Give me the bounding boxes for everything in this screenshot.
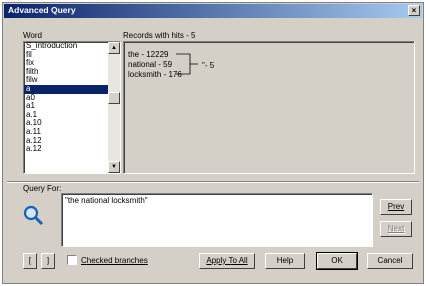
magnifier-icon — [23, 205, 44, 226]
checked-branches-checkbox[interactable] — [67, 255, 77, 265]
word-list-item[interactable]: filth — [24, 67, 120, 77]
word-label: Word — [23, 31, 42, 40]
word-list-item[interactable]: a1 — [24, 102, 120, 111]
word-list-item[interactable]: a — [24, 84, 109, 94]
word-list-item[interactable]: fil — [24, 50, 120, 60]
query-label: Query For: — [23, 184, 62, 193]
word-list-scrollbar[interactable]: ▲ ▼ — [108, 42, 120, 173]
scroll-thumb[interactable] — [108, 92, 120, 104]
record-line: national - 59 — [128, 60, 173, 69]
records-label: Records with hits - 5 — [123, 31, 196, 40]
scroll-up-button[interactable]: ▲ — [108, 42, 120, 54]
word-list-item[interactable]: a0 — [24, 93, 120, 103]
record-line: locksmith - 176 — [128, 70, 182, 79]
query-text[interactable]: "the national locksmith" — [65, 196, 148, 205]
word-list-item[interactable]: filw — [24, 76, 120, 85]
close-button[interactable]: × — [408, 5, 420, 16]
window-title: Advanced Query — [8, 5, 76, 15]
cancel-button[interactable]: Cancel — [367, 253, 413, 269]
help-button[interactable]: Help — [265, 253, 305, 269]
record-line: the - 12229 — [128, 50, 169, 59]
records-panel: the - 12229 national - 59 locksmith - 17… — [123, 41, 415, 174]
scroll-down-button[interactable]: ▼ — [108, 161, 120, 173]
right-bracket-button[interactable]: ] — [41, 253, 55, 269]
prev-button[interactable]: Prev — [380, 199, 412, 215]
word-list-item[interactable]: S_introduction — [24, 42, 120, 51]
apply-to-all-button[interactable]: Apply To All — [199, 253, 255, 269]
title-bar: Advanced Query × — [4, 4, 422, 18]
advanced-query-dialog: Advanced Query × Word Records with hits … — [2, 2, 424, 284]
word-list-item[interactable]: fix — [24, 59, 120, 68]
ok-button[interactable]: OK — [316, 252, 358, 270]
word-list-item[interactable]: a.12 — [24, 145, 120, 154]
next-button[interactable]: Next — [380, 221, 412, 237]
left-bracket-button[interactable]: [ — [23, 253, 37, 269]
query-input[interactable]: "the national locksmith" — [61, 193, 373, 247]
checked-branches-label: Checked branches — [81, 256, 148, 265]
record-result: "- 5 — [202, 61, 215, 70]
separator — [7, 181, 419, 183]
word-list[interactable]: S_introduction fil fix filth filw a a0 a1 a.1 a.1… — [23, 41, 121, 174]
